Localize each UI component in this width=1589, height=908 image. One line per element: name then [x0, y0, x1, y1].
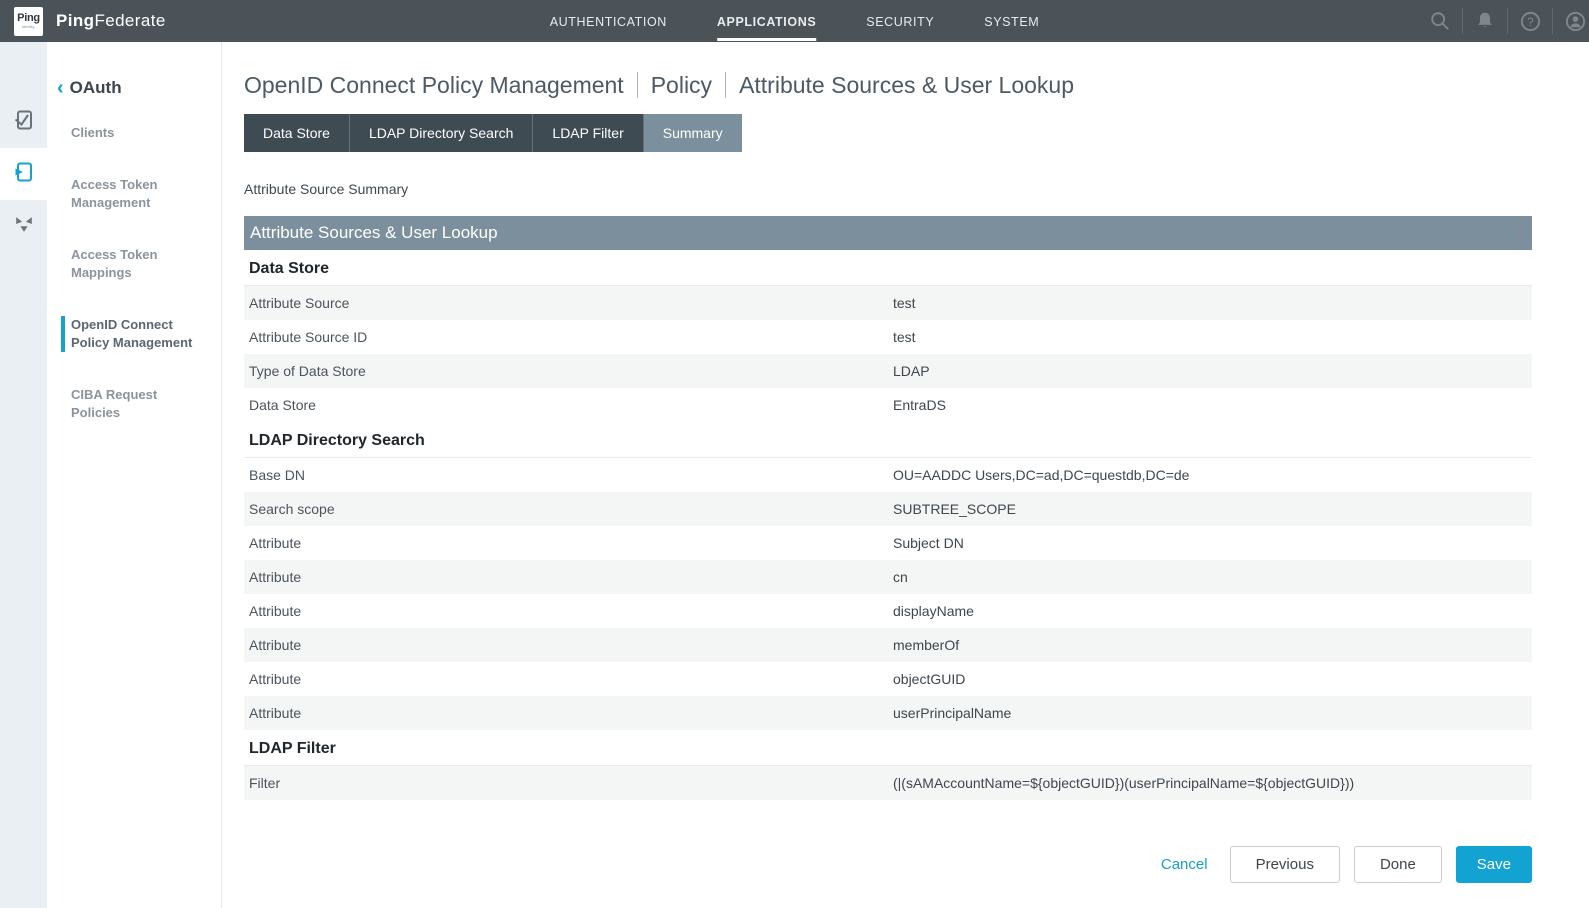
wizard-tabs: Data Store LDAP Directory Search LDAP Fi… — [244, 114, 1532, 152]
ping-logo-subtext: Identity. — [22, 25, 36, 29]
row-label: Base DN — [244, 458, 893, 492]
row-value: Subject DN — [893, 526, 1532, 560]
row-value: memberOf — [893, 628, 1532, 662]
breadcrumb-segment: OpenID Connect Policy Management — [244, 70, 624, 100]
row-label: Type of Data Store — [244, 354, 893, 388]
sidebar-item-openid-connect-policy-management[interactable]: OpenID Connect Policy Management — [61, 316, 205, 352]
table-header: Attribute Sources & User Lookup — [244, 216, 1532, 250]
brand-title: PingFederate — [56, 11, 166, 31]
row-label: Attribute — [244, 628, 893, 662]
row-value: cn — [893, 560, 1532, 594]
table-row: AttributeuserPrincipalName — [244, 696, 1532, 730]
primary-nav: AUTHENTICATION APPLICATIONS SECURITY SYS… — [550, 0, 1040, 42]
sidebar-section-title: OAuth — [70, 78, 122, 98]
table-row: Attributecn — [244, 560, 1532, 594]
save-button[interactable]: Save — [1456, 846, 1532, 883]
row-value: SUBTREE_SCOPE — [893, 492, 1532, 526]
page-title: OpenID Connect Policy Management Policy … — [244, 70, 1532, 100]
table-row: Search scopeSUBTREE_SCOPE — [244, 492, 1532, 526]
rail-item-mappings[interactable] — [0, 200, 47, 252]
sidebar-item-access-token-mappings[interactable]: Access Token Mappings — [47, 246, 205, 282]
main-content: OpenID Connect Policy Management Policy … — [222, 42, 1589, 908]
breadcrumb-segment: Policy — [651, 70, 712, 100]
nav-security[interactable]: SECURITY — [866, 2, 934, 41]
sidebar-item-clients[interactable]: Clients — [47, 124, 205, 142]
table-row: Base DNOU=AADDC Users,DC=ad,DC=questdb,D… — [244, 458, 1532, 492]
table-row: Type of Data StoreLDAP — [244, 354, 1532, 388]
summary-table-body: Data StoreAttribute SourcetestAttribute … — [244, 250, 1532, 800]
nav-applications[interactable]: APPLICATIONS — [717, 2, 816, 41]
ping-logo-text: Ping — [17, 13, 40, 24]
row-value: displayName — [893, 594, 1532, 628]
section-heading: LDAP Filter — [244, 730, 1532, 766]
rail-item-token-management[interactable] — [0, 148, 47, 200]
done-button[interactable]: Done — [1354, 846, 1442, 883]
previous-button[interactable]: Previous — [1230, 846, 1340, 883]
row-value: OU=AADDC Users,DC=ad,DC=questdb,DC=de — [893, 458, 1532, 492]
table-row: AttributedisplayName — [244, 594, 1532, 628]
section-heading: Data Store — [244, 250, 1532, 286]
search-icon[interactable] — [1418, 10, 1462, 32]
breadcrumb-divider — [725, 72, 726, 98]
table-row: Data StoreEntraDS — [244, 388, 1532, 422]
tab-summary[interactable]: Summary — [644, 114, 742, 152]
rail-item-clients[interactable] — [0, 96, 47, 148]
topbar-icons: ? — [1418, 0, 1589, 42]
nav-system[interactable]: SYSTEM — [984, 2, 1039, 41]
table-row: AttributeobjectGUID — [244, 662, 1532, 696]
document-pen-icon — [12, 160, 36, 189]
sidebar-item-ciba-request-policies[interactable]: CIBA Request Policies — [47, 386, 205, 422]
converge-arrows-icon — [13, 213, 35, 240]
row-label: Attribute — [244, 662, 893, 696]
row-label: Attribute — [244, 696, 893, 730]
row-label: Data Store — [244, 388, 893, 422]
sidebar: ‹ OAuth Clients Access Token Management … — [47, 42, 222, 908]
sidebar-item-access-token-management[interactable]: Access Token Management — [47, 176, 205, 212]
topbar: Ping Identity. PingFederate AUTHENTICATI… — [0, 0, 1589, 42]
row-label: Attribute — [244, 526, 893, 560]
breadcrumb-divider — [637, 72, 638, 98]
cancel-link[interactable]: Cancel — [1161, 856, 1208, 873]
tab-data-store[interactable]: Data Store — [244, 114, 350, 152]
row-label: Attribute — [244, 594, 893, 628]
ping-logo[interactable]: Ping Identity. — [14, 7, 43, 36]
page-body: ‹ OAuth Clients Access Token Management … — [0, 42, 1589, 908]
section-heading: LDAP Directory Search — [244, 422, 1532, 458]
row-value: EntraDS — [893, 388, 1532, 422]
footer-actions: Cancel Previous Done Save — [244, 846, 1532, 883]
row-value: (|(sAMAccountName=${objectGUID})(userPri… — [893, 766, 1532, 800]
sidebar-back-oauth[interactable]: ‹ OAuth — [47, 78, 221, 98]
row-label: Search scope — [244, 492, 893, 526]
row-label: Filter — [244, 766, 893, 800]
table-row: AttributeSubject DN — [244, 526, 1532, 560]
table-row: Filter(|(sAMAccountName=${objectGUID})(u… — [244, 766, 1532, 800]
row-label: Attribute Source — [244, 286, 893, 320]
table-row: Attribute Source IDtest — [244, 320, 1532, 354]
clipboard-check-icon — [12, 108, 36, 137]
brand-light: Federate — [94, 11, 165, 30]
nav-authentication[interactable]: AUTHENTICATION — [550, 2, 667, 41]
brand-bold: Ping — [56, 11, 94, 30]
summary-label: Attribute Source Summary — [244, 181, 1532, 197]
tab-ldap-directory-search[interactable]: LDAP Directory Search — [350, 114, 533, 152]
row-value: test — [893, 320, 1532, 354]
tab-ldap-filter[interactable]: LDAP Filter — [533, 114, 643, 152]
bell-icon[interactable] — [1463, 10, 1507, 32]
breadcrumb-segment: Attribute Sources & User Lookup — [739, 70, 1074, 100]
app-window: Ping Identity. PingFederate AUTHENTICATI… — [0, 0, 1589, 908]
table-row: AttributememberOf — [244, 628, 1532, 662]
row-value: LDAP — [893, 354, 1532, 388]
row-label: Attribute Source ID — [244, 320, 893, 354]
user-icon[interactable] — [1553, 10, 1589, 33]
row-value: userPrincipalName — [893, 696, 1532, 730]
chevron-left-icon: ‹ — [57, 79, 64, 97]
icon-rail — [0, 42, 47, 908]
row-value: objectGUID — [893, 662, 1532, 696]
svg-text:?: ? — [1527, 16, 1533, 28]
row-label: Attribute — [244, 560, 893, 594]
row-value: test — [893, 286, 1532, 320]
summary-table: Attribute Sources & User Lookup Data Sto… — [244, 216, 1532, 800]
help-icon[interactable]: ? — [1508, 10, 1552, 33]
table-row: Attribute Sourcetest — [244, 286, 1532, 320]
